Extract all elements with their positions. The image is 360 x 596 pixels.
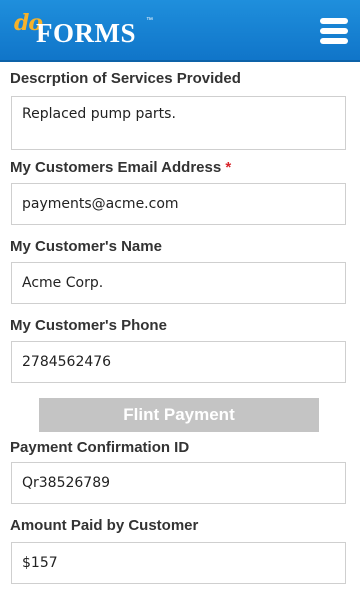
email-label-text: My Customers Email Address (10, 159, 222, 176)
customer-phone-field[interactable]: 2784562476 (11, 341, 346, 383)
description-field[interactable]: Replaced pump parts. (11, 96, 346, 150)
customer-name-label: My Customer's Name (10, 238, 162, 255)
flint-payment-button[interactable]: Flint Payment (39, 398, 319, 432)
customer-phone-label: My Customer's Phone (10, 317, 167, 334)
description-label: Descrption of Services Provided (10, 70, 241, 87)
email-field[interactable]: payments@acme.com (11, 183, 346, 225)
customer-name-field[interactable]: Acme Corp. (11, 262, 346, 304)
email-label: My Customers Email Address * (10, 159, 231, 176)
logo-text: FORMS (36, 18, 136, 48)
amount-paid-field[interactable]: $157 (11, 542, 346, 584)
required-marker: * (225, 159, 232, 176)
hamburger-menu-icon[interactable] (316, 14, 352, 48)
logo-trademark: ™ (146, 17, 153, 24)
amount-paid-label: Amount Paid by Customer (10, 517, 199, 534)
app-header: do FORMS ™ (0, 0, 360, 62)
confirmation-id-field[interactable]: Qr38526789 (11, 462, 346, 504)
confirmation-id-label: Payment Confirmation ID (10, 439, 190, 456)
